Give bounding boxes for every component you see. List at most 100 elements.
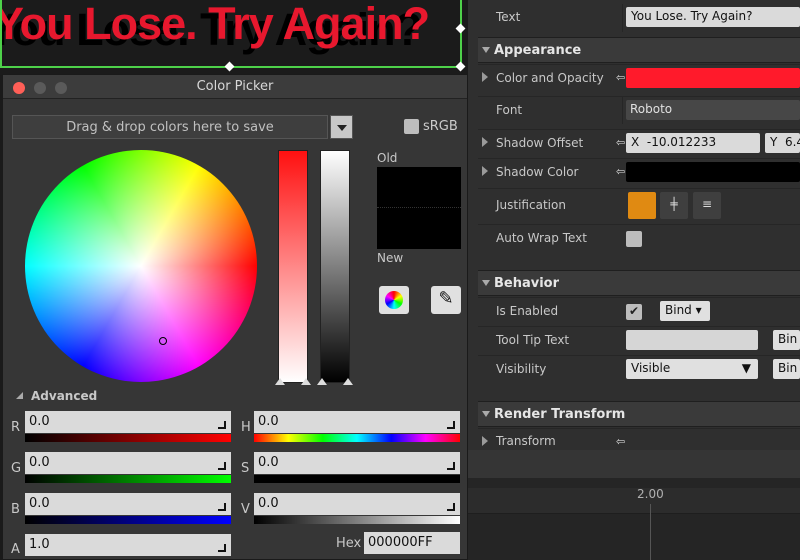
is-enabled-checkbox[interactable]: ✔: [626, 304, 642, 320]
red-gradient-bar[interactable]: [25, 434, 231, 442]
bind-button[interactable]: Bin: [773, 359, 800, 379]
font-family-field[interactable]: Roboto: [626, 100, 800, 120]
expand-arrow-icon[interactable]: [482, 72, 488, 82]
resize-corner-icon: [447, 503, 455, 511]
timeline-tick-label: 2.00: [637, 487, 664, 501]
resize-corner-icon: [447, 421, 455, 429]
is-enabled-row: Is Enabled ✔ Bind ▾: [478, 297, 800, 325]
slider-handle[interactable]: [301, 378, 311, 385]
green-gradient-bar[interactable]: [25, 475, 231, 483]
tool-tip-label: Tool Tip Text: [496, 333, 570, 347]
value-input[interactable]: 0.0: [254, 493, 460, 515]
blue-gradient-bar[interactable]: [25, 516, 231, 524]
slider-handle[interactable]: [275, 378, 285, 385]
alpha-value: 1.0: [29, 537, 50, 552]
srgb-label: sRGB: [423, 119, 458, 134]
align-left-icon[interactable]: [628, 192, 656, 219]
saturation-input[interactable]: 0.0: [254, 452, 460, 474]
visibility-dropdown[interactable]: Visible ▼: [626, 359, 758, 379]
slider-handle[interactable]: [317, 378, 327, 385]
hue-gradient-bar[interactable]: [254, 434, 460, 442]
visibility-row: Visibility Visible ▼ Bin: [478, 355, 800, 383]
transform-label: Transform: [496, 434, 556, 448]
reset-arrow-icon[interactable]: ⇦: [616, 136, 625, 149]
dropzone-dropdown-button[interactable]: [330, 115, 353, 139]
bind-label: Bind: [665, 303, 692, 317]
color-wheel-toggle-icon[interactable]: [379, 286, 409, 314]
expand-arrow-icon[interactable]: [482, 166, 488, 176]
green-value: 0.0: [29, 455, 50, 470]
title-bar[interactable]: Color Picker: [3, 75, 467, 99]
reset-arrow-icon[interactable]: ⇦: [616, 435, 625, 448]
behavior-section-header[interactable]: Behavior: [478, 270, 800, 296]
shadow-offset-x-field[interactable]: X -10.012233: [626, 133, 760, 153]
appearance-section-header[interactable]: Appearance: [478, 37, 800, 63]
hex-label: Hex: [336, 536, 362, 551]
green-input[interactable]: 0.0: [25, 452, 231, 474]
old-color-label: Old: [377, 151, 398, 165]
blue-input[interactable]: 0.0: [25, 493, 231, 515]
hue-label: H: [241, 420, 251, 435]
alpha-label: A: [11, 542, 20, 557]
hue-value: 0.0: [258, 414, 279, 429]
timeline-panel[interactable]: 2.00: [468, 450, 800, 560]
expand-arrow-icon[interactable]: [482, 137, 488, 147]
resize-corner-icon: [218, 544, 226, 552]
red-value: 0.0: [29, 414, 50, 429]
text-input[interactable]: You Lose. Try Again?: [626, 7, 800, 27]
shadow-offset-row: Shadow Offset ⇦ X -10.012233 Y 6.4: [478, 129, 800, 157]
text-label: Text: [496, 10, 521, 24]
shadow-offset-label: Shadow Offset: [496, 136, 584, 150]
color-wheel-cursor[interactable]: [159, 337, 167, 345]
visibility-value: Visible: [631, 361, 671, 375]
resize-corner-icon: [218, 462, 226, 470]
shadow-offset-y-field[interactable]: Y 6.4: [765, 133, 800, 153]
hue-input[interactable]: 0.0: [254, 411, 460, 433]
saturation-label: S: [241, 461, 250, 476]
resize-handle[interactable]: [455, 61, 466, 72]
value-slider[interactable]: [320, 150, 350, 383]
auto-wrap-checkbox[interactable]: [626, 231, 642, 247]
eyedropper-icon[interactable]: ✎: [431, 286, 461, 314]
new-color-label: New: [377, 251, 404, 265]
color-compare-swatch: [377, 167, 461, 249]
selection-outline: [0, 0, 462, 68]
srgb-checkbox[interactable]: [404, 119, 419, 134]
font-label: Font: [496, 103, 523, 117]
saturation-gradient-bar[interactable]: [254, 475, 460, 483]
designer-canvas[interactable]: You Lose. Try Again?: [0, 0, 468, 75]
reset-arrow-icon[interactable]: ⇦: [616, 165, 625, 178]
color-drop-zone[interactable]: Drag & drop colors here to save: [12, 115, 328, 139]
y-axis-label: Y: [770, 135, 778, 149]
resize-corner-icon: [447, 462, 455, 470]
shadow-color-swatch[interactable]: [626, 162, 800, 182]
hex-input[interactable]: 000000FF: [364, 532, 460, 554]
advanced-section-toggle[interactable]: Advanced: [13, 389, 97, 403]
expand-arrow-icon[interactable]: [482, 436, 488, 446]
color-opacity-swatch[interactable]: [626, 68, 800, 88]
resize-corner-icon: [218, 421, 226, 429]
justification-label: Justification: [496, 198, 566, 212]
value-value: 0.0: [258, 496, 279, 511]
align-center-icon[interactable]: ╪: [660, 192, 688, 219]
slider-handle[interactable]: [343, 378, 353, 385]
bind-button[interactable]: Bin: [773, 330, 800, 350]
blue-value: 0.0: [29, 496, 50, 511]
auto-wrap-row: Auto Wrap Text: [478, 224, 800, 252]
red-label: R: [11, 420, 21, 435]
tool-tip-input[interactable]: [626, 330, 758, 350]
color-wheel[interactable]: [25, 150, 257, 382]
color-opacity-label: Color and Opacity: [496, 71, 604, 85]
chevron-down-icon: ▼: [741, 361, 751, 375]
alpha-input[interactable]: 1.0: [25, 534, 231, 556]
render-transform-section-header[interactable]: Render Transform: [478, 401, 800, 427]
saturation-slider[interactable]: [278, 150, 308, 383]
value-gradient-bar[interactable]: [254, 516, 460, 524]
align-right-icon[interactable]: ≡: [693, 192, 721, 219]
bind-dropdown[interactable]: Bind ▾: [660, 301, 710, 321]
font-row: Font Roboto: [478, 96, 800, 124]
reset-arrow-icon[interactable]: ⇦: [616, 71, 625, 84]
timeline-ruler[interactable]: [468, 488, 800, 514]
value-label: V: [241, 502, 250, 517]
red-input[interactable]: 0.0: [25, 411, 231, 433]
